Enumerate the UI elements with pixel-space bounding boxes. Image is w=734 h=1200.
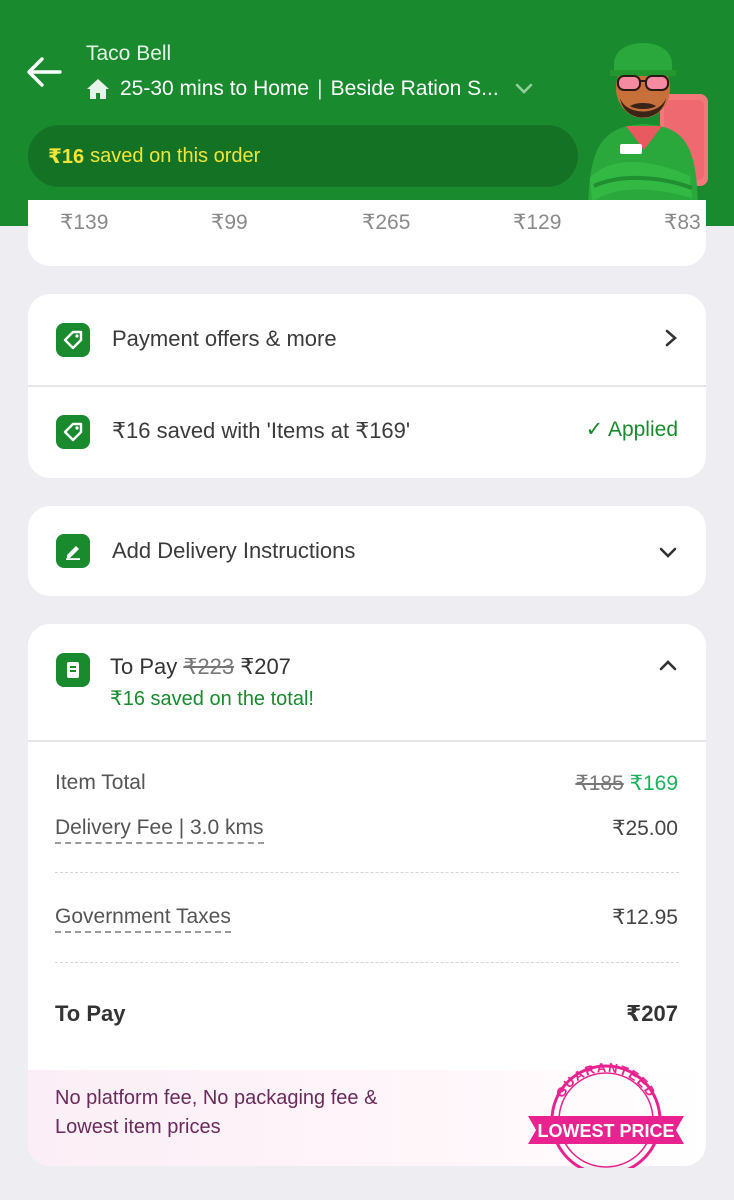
delivery-instructions-label: Add Delivery Instructions xyxy=(112,538,356,563)
delivery-location-selector[interactable]: 25-30 mins to Home | Beside Ration S... xyxy=(86,74,533,104)
item-price: ₹129 xyxy=(513,211,562,234)
delivery-mascot-illustration xyxy=(588,43,708,216)
dashed-separator xyxy=(55,872,679,873)
to-pay-total-value: ₹207 xyxy=(625,1001,678,1026)
home-icon xyxy=(87,79,109,99)
receipt-icon xyxy=(56,653,90,687)
applied-status: ✓ Applied xyxy=(585,418,678,441)
separator: | xyxy=(317,77,323,100)
savings-banner: ₹16 saved on this order xyxy=(28,125,578,187)
svg-text:GUARANTEED: GUARANTEED xyxy=(553,1060,660,1101)
chevron-right-icon xyxy=(665,329,677,347)
offer-tag-icon xyxy=(56,415,90,449)
promo-line-2: Lowest item prices xyxy=(55,1116,221,1138)
restaurant-name: Taco Bell xyxy=(86,42,172,65)
item-total-final: ₹169 xyxy=(629,772,678,795)
delivery-instructions-card[interactable]: Add Delivery Instructions xyxy=(28,506,706,596)
eta-text: 25-30 mins to Home xyxy=(120,77,310,100)
to-pay-header-row[interactable]: To Pay ₹223 ₹207 ₹16 saved on the total! xyxy=(28,624,706,740)
guaranteed-lowest-price-stamp: GUARANTEED LOWEST PRICE xyxy=(528,1060,684,1168)
item-price: ₹83 xyxy=(664,211,701,234)
address-text: Beside Ration S... xyxy=(330,77,499,100)
dashed-separator xyxy=(55,962,679,963)
item-price: ₹265 xyxy=(362,211,411,234)
total-savings-note: ₹16 saved on the total! xyxy=(110,688,314,710)
item-total-label: Item Total xyxy=(55,771,146,794)
applied-offer-row: ₹16 saved with 'Items at ₹169' ✓ Applied xyxy=(28,387,706,478)
chevron-down-icon xyxy=(659,547,677,558)
chevron-down-icon xyxy=(515,83,532,94)
offers-card: Payment offers & more ₹16 saved with 'It… xyxy=(28,294,706,478)
promo-line-1: No platform fee, No packaging fee & xyxy=(55,1087,378,1109)
to-pay-label: To Pay xyxy=(110,654,178,679)
bill-summary-card: To Pay ₹223 ₹207 ₹16 saved on the total!… xyxy=(28,624,706,1168)
item-total-original: ₹185 xyxy=(575,772,624,795)
savings-text: saved on this order xyxy=(90,144,261,167)
stamp-top-text: GUARANTEED xyxy=(553,1060,658,1101)
item-price: ₹99 xyxy=(211,211,248,234)
promo-text: No platform fee, No packaging fee & Lowe… xyxy=(55,1084,377,1142)
to-pay-summary: To Pay ₹223 ₹207 xyxy=(110,654,291,680)
back-arrow-icon[interactable] xyxy=(26,56,62,88)
government-taxes-value: ₹12.95 xyxy=(612,906,678,929)
divider xyxy=(28,740,706,742)
to-pay-total-label: To Pay xyxy=(55,1001,126,1026)
item-price: ₹139 xyxy=(60,211,109,234)
applied-offer-text: ₹16 saved with 'Items at ₹169' xyxy=(112,418,411,443)
offer-tag-icon xyxy=(56,323,90,357)
delivery-fee-value: ₹25.00 xyxy=(612,817,678,840)
payment-offers-row[interactable]: Payment offers & more xyxy=(28,294,706,386)
to-pay-original: ₹223 xyxy=(183,654,235,679)
lowest-price-promo: No platform fee, No packaging fee & Lowe… xyxy=(28,1060,706,1168)
to-pay-final: ₹207 xyxy=(240,654,291,679)
top-header: Taco Bell 25-30 mins to Home | Beside Ra… xyxy=(0,0,734,226)
edit-pencil-icon xyxy=(56,534,90,568)
item-total-value: ₹185 ₹169 xyxy=(575,771,678,796)
savings-amount: ₹16 xyxy=(48,145,85,168)
stamp-banner-text: LOWEST PRICE xyxy=(537,1121,674,1141)
delivery-fee-label[interactable]: Delivery Fee | 3.0 kms xyxy=(55,816,264,844)
payment-offers-label: Payment offers & more xyxy=(112,326,337,351)
chevron-up-icon xyxy=(659,660,677,671)
government-taxes-label[interactable]: Government Taxes xyxy=(55,905,231,933)
item-prices-strip: ₹139 ₹99 ₹265 ₹129 ₹83 xyxy=(28,200,706,266)
